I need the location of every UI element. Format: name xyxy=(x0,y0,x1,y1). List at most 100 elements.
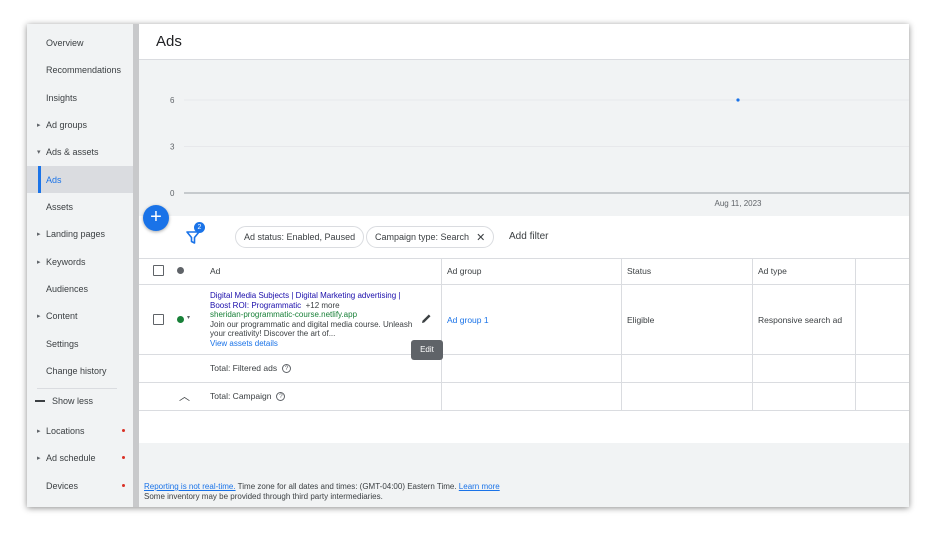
sidebar-item-ads-assets[interactable]: ▾ Ads & assets xyxy=(27,138,133,165)
table-divider xyxy=(139,284,909,285)
timezone-text: Time zone for all dates and times: (GMT-… xyxy=(235,482,459,491)
column-header-ad-type[interactable]: Ad type xyxy=(758,266,787,276)
more-headlines-label: +12 more xyxy=(305,300,340,310)
filter-chip-campaign-type[interactable]: Campaign type: Search ✕ xyxy=(366,226,495,248)
sidebar-item-content[interactable]: ▸ Content xyxy=(27,302,133,329)
column-header-ad[interactable]: Ad xyxy=(210,266,220,276)
ad-description: Join our programmatic and digital media … xyxy=(210,319,413,339)
total-campaign-row: Total: Campaign? xyxy=(210,391,286,402)
ad-headline[interactable]: Digital Media Subjects | Digital Marketi… xyxy=(210,291,420,310)
x-tick-label: Aug 11, 2023 xyxy=(714,199,762,208)
reporting-link[interactable]: Reporting is not real-time. xyxy=(144,482,236,491)
sidebar-item-label: Content xyxy=(46,310,78,321)
learn-more-link[interactable]: Learn more xyxy=(459,482,500,491)
status-header-icon xyxy=(177,267,184,274)
minus-icon xyxy=(35,400,45,402)
sidebar-item-label: Devices xyxy=(46,480,79,491)
row-checkbox[interactable] xyxy=(153,314,164,325)
chevron-right-icon: ▸ xyxy=(37,121,41,129)
select-all-checkbox[interactable] xyxy=(153,265,164,276)
sidebar-item-label: Settings xyxy=(46,338,79,349)
y-tick-label: 3 xyxy=(170,143,175,152)
page-title: Ads xyxy=(156,33,182,50)
total-campaign-label: Total: Campaign xyxy=(210,391,272,401)
chart-svg: 6 3 0 Aug 11, 2023 xyxy=(170,96,909,208)
ad-type-value: Responsive search ad xyxy=(758,315,843,325)
chevron-right-icon: ▸ xyxy=(37,230,41,238)
help-icon[interactable]: ? xyxy=(282,364,292,374)
chevron-up-icon[interactable]: ︿ xyxy=(179,388,190,404)
sidebar-item-label: Ad groups xyxy=(46,119,88,130)
alert-dot-icon xyxy=(122,484,125,487)
sidebar-item-label: Ads xyxy=(46,174,62,185)
sidebar-item-change-history[interactable]: Change history xyxy=(27,357,133,384)
ad-display-url: sheridan-programmatic-course.netlify.app xyxy=(210,310,358,320)
filter-chip-label: Campaign type: Search xyxy=(375,232,470,242)
chevron-right-icon: ▸ xyxy=(37,427,41,435)
footer: Reporting is not real-time. Time zone fo… xyxy=(144,482,500,502)
chevron-right-icon: ▸ xyxy=(37,454,41,462)
view-assets-link[interactable]: View assets details xyxy=(210,339,420,349)
show-less-button[interactable]: Show less xyxy=(35,396,93,406)
table-divider xyxy=(139,382,909,383)
ad-preview: Digital Media Subjects | Digital Marketi… xyxy=(210,291,420,349)
pencil-icon[interactable] xyxy=(421,313,432,324)
sidebar-item-label: Ads & assets xyxy=(46,146,99,157)
add-ad-button[interactable]: + xyxy=(143,205,169,231)
sidebar-item-recommendations[interactable]: Recommendations xyxy=(27,56,133,83)
column-divider xyxy=(621,258,622,410)
alert-dot-icon xyxy=(122,456,125,459)
chevron-right-icon: ▸ xyxy=(37,312,41,320)
filter-count-badge: 2 xyxy=(194,222,205,233)
table-divider xyxy=(139,258,909,259)
sidebar-item-label: Locations xyxy=(46,425,85,436)
chevron-down-icon[interactable]: ▾ xyxy=(187,314,190,321)
chart-data-point[interactable] xyxy=(736,98,740,102)
ad-status-value: Eligible xyxy=(627,315,655,325)
performance-chart: 6 3 0 Aug 11, 2023 xyxy=(139,60,909,216)
filter-bar: 2 Ad status: Enabled, Paused Campaign ty… xyxy=(139,216,909,258)
sidebar-item-label: Keywords xyxy=(46,256,86,267)
sidebar-item-ads[interactable]: Ads xyxy=(27,166,133,193)
ad-group-link[interactable]: Ad group 1 xyxy=(447,315,489,325)
filter-chip-label: Ad status: Enabled, Paused xyxy=(244,232,356,242)
sidebar-item-ad-groups[interactable]: ▸ Ad groups xyxy=(27,111,133,138)
sidebar-item-devices[interactable]: Devices xyxy=(27,472,133,499)
chevron-right-icon: ▸ xyxy=(37,258,41,266)
sidebar-item-label: Assets xyxy=(46,201,74,212)
sidebar-item-insights[interactable]: Insights xyxy=(27,84,133,111)
main-content: Ads 6 3 0 Aug 11, 2023 2 Ad status: Enabled… xyxy=(139,24,909,507)
table-divider xyxy=(139,354,909,355)
column-header-status[interactable]: Status xyxy=(627,266,651,276)
sidebar-item-assets[interactable]: Assets xyxy=(27,193,133,220)
sidebar-item-landing-pages[interactable]: ▸ Landing pages xyxy=(27,220,133,247)
edit-tooltip: Edit xyxy=(411,340,443,360)
sidebar-item-settings[interactable]: Settings xyxy=(27,330,133,357)
inventory-text: Some inventory may be provided through t… xyxy=(144,492,383,501)
column-divider xyxy=(855,258,856,410)
y-tick-label: 0 xyxy=(170,189,175,198)
column-divider xyxy=(441,258,442,410)
column-header-ad-group[interactable]: Ad group xyxy=(447,266,482,276)
filter-chip-ad-status[interactable]: Ad status: Enabled, Paused xyxy=(235,226,365,248)
sidebar-item-label: Insights xyxy=(46,92,78,103)
alert-dot-icon xyxy=(122,429,125,432)
show-less-label: Show less xyxy=(52,396,94,406)
sidebar-item-overview[interactable]: Overview xyxy=(27,29,133,56)
enabled-status-icon[interactable] xyxy=(177,316,184,323)
sidebar-item-locations[interactable]: ▸ Locations xyxy=(27,417,133,444)
y-tick-label: 6 xyxy=(170,96,175,105)
sidebar-item-label: Audiences xyxy=(46,283,89,294)
sidebar-item-label: Change history xyxy=(46,365,107,376)
help-icon[interactable]: ? xyxy=(276,392,286,402)
sidebar-item-label: Landing pages xyxy=(46,228,106,239)
add-filter-button[interactable]: Add filter xyxy=(509,231,548,242)
sidebar-item-ad-schedule[interactable]: ▸ Ad schedule xyxy=(27,444,133,471)
table-divider xyxy=(139,410,909,411)
chevron-down-icon: ▾ xyxy=(37,148,41,156)
close-icon[interactable]: ✕ xyxy=(476,231,485,244)
sidebar-item-label: Ad schedule xyxy=(46,452,96,463)
sidebar-item-keywords[interactable]: ▸ Keywords xyxy=(27,248,133,275)
column-divider xyxy=(752,258,753,410)
sidebar-item-audiences[interactable]: Audiences xyxy=(27,275,133,302)
